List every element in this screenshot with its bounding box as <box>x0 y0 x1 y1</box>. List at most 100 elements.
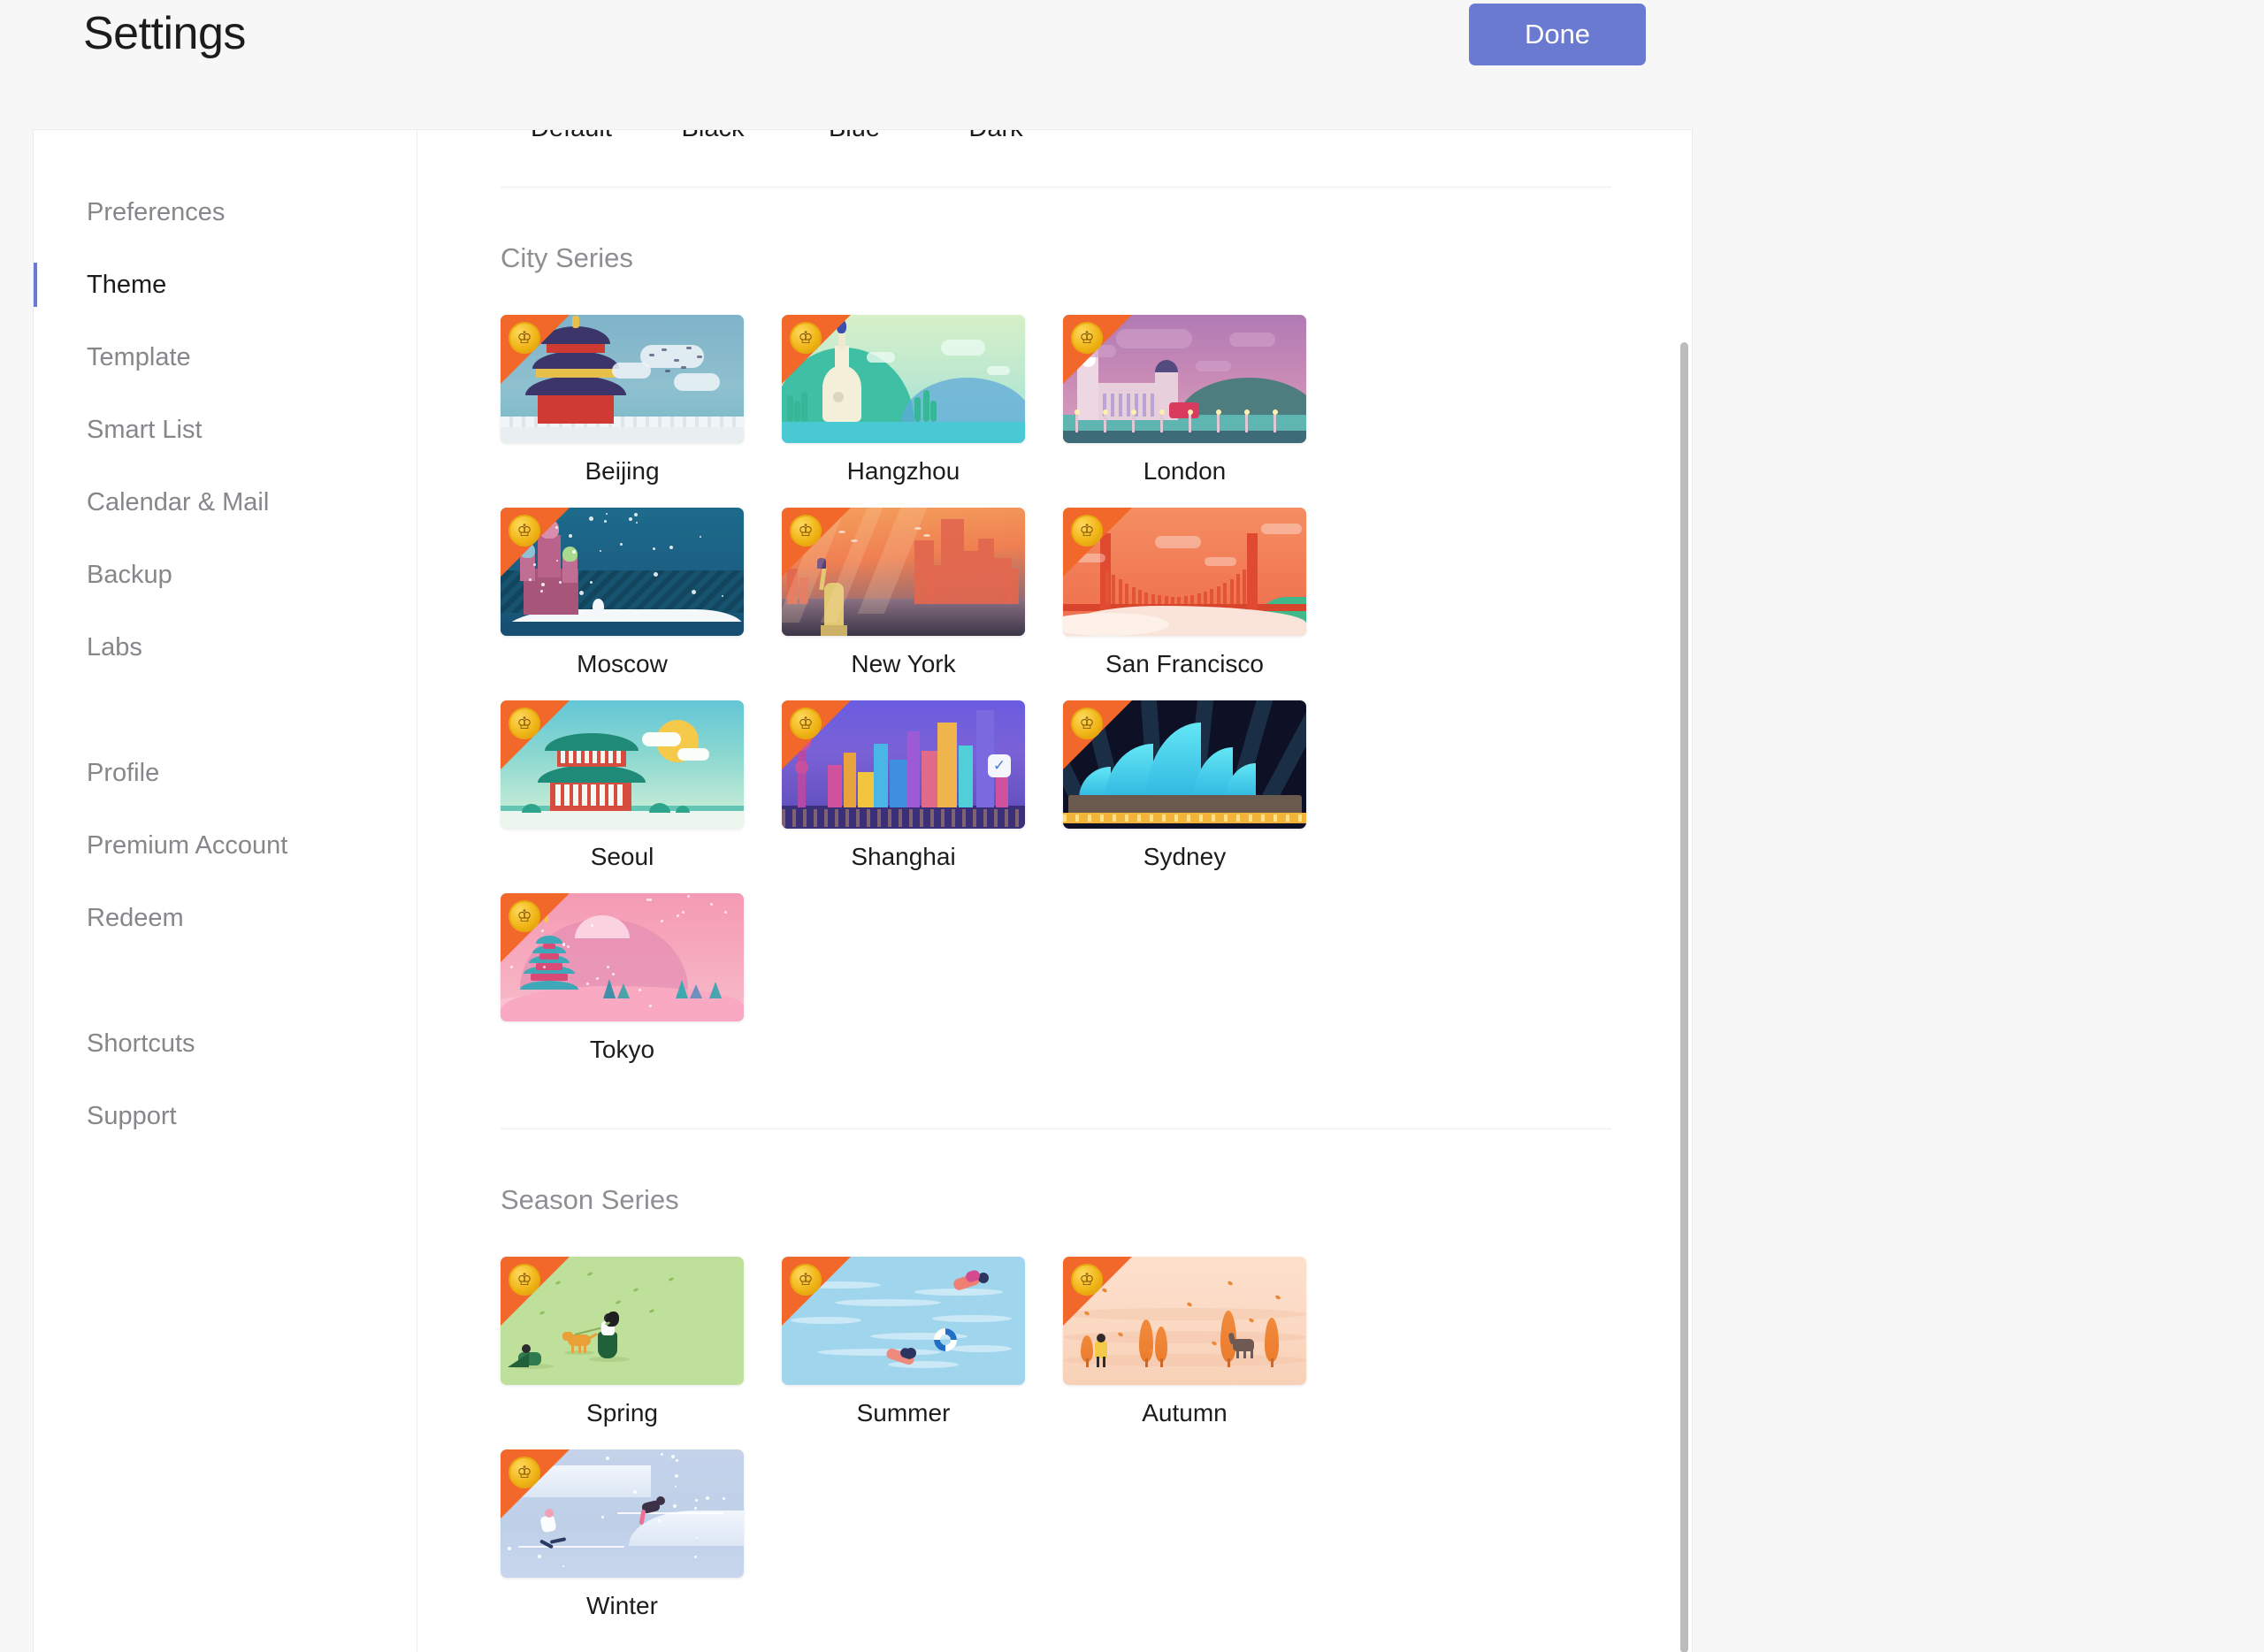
scene-shape <box>1151 594 1155 604</box>
sidebar-item-label: Calendar & Mail <box>87 488 269 517</box>
theme-label: London <box>1063 457 1306 486</box>
crown-icon: ♔ <box>782 508 851 577</box>
theme-card-beijing[interactable]: ♔ <box>501 315 744 443</box>
scene-shape <box>1160 1358 1163 1367</box>
sidebar-item-redeem[interactable]: Redeem <box>34 882 417 954</box>
scene-shape <box>586 983 589 985</box>
theme-card-sydney[interactable]: ♔ <box>1063 700 1306 829</box>
sidebar-item-calendar-mail[interactable]: Calendar & Mail <box>34 466 417 539</box>
content-scrollbar[interactable] <box>1678 130 1692 1652</box>
theme-card-tokyo[interactable]: ♔ <box>501 893 744 1021</box>
scene-shape <box>550 1537 566 1544</box>
scene-shape <box>922 751 937 807</box>
scene-shape <box>593 599 604 615</box>
scene-shape <box>1205 557 1236 566</box>
theme-card-moscow[interactable]: ♔ <box>501 508 744 636</box>
theme-card-spring[interactable]: ♔ <box>501 1257 744 1385</box>
scene-shape <box>607 966 609 968</box>
theme-cell: ♔ Hangzhou <box>782 315 1063 486</box>
sidebar-item-smart-list[interactable]: Smart List <box>34 394 417 466</box>
scene-shape <box>821 625 847 636</box>
theme-card-summer[interactable]: ♔ <box>782 1257 1025 1385</box>
theme-label: Seoul <box>501 843 744 871</box>
theme-label: New York <box>782 650 1025 678</box>
scene-shape <box>501 811 744 829</box>
sidebar-item-premium-account[interactable]: Premium Account <box>34 809 417 882</box>
scene-shape <box>1236 574 1240 604</box>
basic-theme-tab-dark[interactable]: Dark <box>925 130 1067 149</box>
scene-shape <box>890 760 907 807</box>
sidebar-item-template[interactable]: Template <box>34 321 417 394</box>
theme-card-hangzhou[interactable]: ♔ <box>782 315 1025 443</box>
theme-label: Shanghai <box>782 843 1025 871</box>
crown-icon: ♔ <box>501 700 570 769</box>
scene-shape <box>694 1556 697 1558</box>
theme-grid: ♔ Beijing ♔ Hangzhou ♔ London ♔ Moscow ♔ New York… <box>501 315 1345 1086</box>
scene-shape <box>833 392 844 402</box>
sidebar-item-label: Support <box>87 1102 177 1131</box>
scene-shape <box>1216 409 1221 415</box>
theme-cell: ✓ ♔ Shanghai <box>782 700 1063 871</box>
sidebar-item-backup[interactable]: Backup <box>34 539 417 611</box>
premium-crown-glyph: ♔ <box>509 322 540 354</box>
scene-shape <box>959 746 973 807</box>
scene-shape <box>538 1555 541 1558</box>
sidebar-group-gap <box>34 684 417 737</box>
scene-shape <box>962 551 980 604</box>
scene-shape <box>1229 333 1275 347</box>
theme-card-seoul[interactable]: ♔ <box>501 700 744 829</box>
theme-label: Summer <box>782 1399 1025 1427</box>
theme-card-new-york[interactable]: ♔ <box>782 508 1025 636</box>
scene-shape <box>1189 413 1191 432</box>
scene-shape <box>1119 579 1122 604</box>
scene-shape <box>686 347 692 349</box>
basic-theme-tab-blue[interactable]: Blue <box>784 130 925 149</box>
scene-shape <box>616 1300 622 1304</box>
scene-shape <box>1243 1349 1246 1358</box>
theme-card-shanghai[interactable]: ✓ ♔ <box>782 700 1025 829</box>
sidebar-item-preferences[interactable]: Preferences <box>34 176 417 249</box>
scene-shape <box>501 622 744 636</box>
scene-shape <box>612 973 615 975</box>
scene-shape <box>606 1457 609 1460</box>
scene-shape <box>1097 1357 1099 1367</box>
scene-shape <box>710 903 713 906</box>
sidebar-item-shortcuts[interactable]: Shortcuts <box>34 1007 417 1080</box>
scene-shape <box>629 517 632 521</box>
scene-shape <box>590 581 593 584</box>
scene-shape <box>1265 1318 1279 1362</box>
done-button[interactable]: Done <box>1469 4 1646 65</box>
theme-card-london[interactable]: ♔ <box>1063 315 1306 443</box>
scene-shape <box>508 1547 511 1550</box>
sidebar-item-label: Theme <box>87 271 166 300</box>
sidebar-item-theme[interactable]: Theme <box>34 249 417 321</box>
sidebar-item-profile[interactable]: Profile <box>34 737 417 809</box>
scene-shape <box>1145 1358 1148 1367</box>
crown-icon: ♔ <box>1063 1257 1132 1326</box>
theme-card-winter[interactable]: ♔ <box>501 1449 744 1578</box>
theme-label: San Francisco <box>1063 650 1306 678</box>
scene-shape <box>540 590 543 593</box>
theme-cell: ♔ Autumn <box>1063 1257 1344 1427</box>
scene-shape <box>633 1490 637 1494</box>
scrollbar-thumb[interactable] <box>1680 342 1688 1652</box>
scene-shape <box>601 1516 604 1518</box>
scene-shape <box>555 784 626 806</box>
scene-shape <box>654 572 658 577</box>
premium-crown-glyph: ♔ <box>509 900 540 932</box>
theme-card-autumn[interactable]: ♔ <box>1063 1257 1306 1385</box>
theme-card-san-francisco[interactable]: ♔ <box>1063 508 1306 636</box>
sidebar-item-labs[interactable]: Labs <box>34 611 417 684</box>
theme-cell: ♔ New York <box>782 508 1063 678</box>
premium-crown-glyph: ♔ <box>790 515 822 547</box>
scene-shape <box>1177 597 1181 604</box>
basic-theme-tab-black[interactable]: Black <box>642 130 784 149</box>
scene-shape <box>658 1519 661 1522</box>
sidebar-item-support[interactable]: Support <box>34 1080 417 1152</box>
crown-icon: ♔ <box>782 1257 851 1326</box>
scene-shape <box>1188 409 1193 415</box>
scene-shape <box>1160 413 1163 432</box>
section-title-city-series: City Series <box>501 242 1611 274</box>
basic-theme-tab-default[interactable]: Default <box>501 130 642 149</box>
premium-crown-glyph: ♔ <box>509 1457 540 1488</box>
